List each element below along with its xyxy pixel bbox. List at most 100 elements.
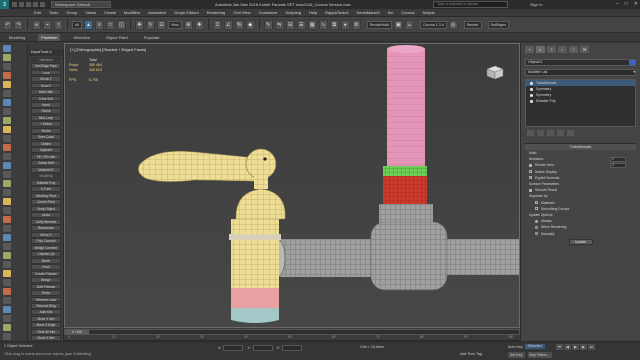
perspective-viewport[interactable]: [+] [Orthographic] [Shaded + Edged Faces… <box>64 43 520 328</box>
lightbulb-icon[interactable] <box>530 99 533 103</box>
graphite-tool-button[interactable]: Move 3 Edge <box>31 322 61 329</box>
tool-icon[interactable] <box>3 279 11 286</box>
selection-filter-dropdown[interactable]: All <box>72 20 82 29</box>
configure-sets-icon[interactable] <box>567 130 574 136</box>
graphite-tool-button[interactable]: Outline <box>31 140 61 147</box>
graphite-tool-button[interactable]: Relax <box>31 290 61 296</box>
graphite-tool-button[interactable]: Split Polygon <box>31 283 61 290</box>
graphite-tool-button[interactable]: Working Pivot <box>31 192 61 199</box>
menu-scripting[interactable]: Scripting <box>285 10 301 15</box>
tool-icon[interactable] <box>3 333 11 340</box>
menu-denismanix[interactable]: DenisManix3 <box>357 10 380 15</box>
graphite-tool-button[interactable]: Unify Normals <box>31 218 61 225</box>
left-pipe[interactable] <box>268 238 377 278</box>
play-icon[interactable]: ▶ <box>572 344 579 350</box>
make-unique-icon[interactable] <box>547 130 554 136</box>
snap-toggle-button[interactable]: 3 <box>212 19 222 30</box>
move-button[interactable]: ✥ <box>135 19 144 30</box>
graphite-tool-button[interactable]: Loop <box>31 69 61 76</box>
materials-checkbox[interactable] <box>535 201 538 205</box>
graphite-tool-button[interactable]: Material ID <box>31 166 61 173</box>
redo-button[interactable]: ↷ <box>14 19 23 30</box>
graphite-tool-button[interactable]: Fill / Fill Hole <box>31 153 61 160</box>
graphite-tool-button[interactable]: Mirror X <box>31 231 61 238</box>
iterations-spinner[interactable]: 1 <box>610 156 626 162</box>
handle-body[interactable] <box>229 188 286 323</box>
mirror-button[interactable]: ⇋ <box>274 19 284 30</box>
menu-graph-editors[interactable]: Graph Editors <box>174 10 199 15</box>
unlink-icon[interactable]: ⌁ <box>43 19 52 30</box>
schematic-view-button[interactable]: ⧉ <box>329 19 339 30</box>
render-setup-button[interactable]: ⚙ <box>351 19 361 30</box>
hierarchy-tab-icon[interactable]: ≡ <box>547 46 556 53</box>
graphite-tool-button[interactable]: Center Pivot <box>31 199 61 206</box>
tool-icon[interactable] <box>3 126 11 133</box>
select-by-name-button[interactable]: ≡ <box>95 19 104 30</box>
graphite-tool-button[interactable]: Push <box>31 264 61 270</box>
graphite-tool-button[interactable]: Selection <box>31 56 61 63</box>
rectangle-selection-button[interactable]: □ <box>106 19 115 30</box>
red-ring[interactable] <box>383 176 427 204</box>
object-name-field[interactable]: Object01 <box>525 59 636 66</box>
menu-rappatools[interactable]: RappaTools3 <box>325 10 348 15</box>
angle-snap-button[interactable]: ∠ <box>223 19 233 30</box>
graphite-tool-button[interactable]: Randomize <box>31 225 61 232</box>
graphite-tool-button[interactable]: Auto Kits <box>31 309 61 316</box>
graphite-tool-button[interactable]: Lasso <box>31 212 61 219</box>
selected-dropdown[interactable]: Selected <box>524 344 545 349</box>
minimize-button[interactable]: – <box>616 0 619 9</box>
tool-icon[interactable] <box>3 189 11 196</box>
tool-icon[interactable] <box>3 270 11 277</box>
modify-tab-icon[interactable]: ◐ <box>536 46 545 53</box>
app-logo-icon[interactable]: 3 <box>0 0 9 9</box>
tool-icon[interactable] <box>3 45 11 52</box>
menu-customize[interactable]: Customize <box>258 10 277 15</box>
tool-icon[interactable] <box>3 108 11 115</box>
window-crossing-button[interactable]: ◫ <box>117 19 126 30</box>
render-hold-label[interactable]: RenderHold <box>366 20 392 29</box>
menu-modifiers[interactable]: Modifiers <box>124 10 140 15</box>
graphite-tool-button[interactable]: Bridge Connect <box>31 244 61 251</box>
tab-populate[interactable]: Populate <box>141 34 163 41</box>
explicit-normals-checkbox[interactable] <box>529 176 532 180</box>
create-tab-icon[interactable]: + <box>525 46 534 53</box>
always-radio[interactable] <box>535 219 538 223</box>
menu-create[interactable]: Create <box>104 10 116 15</box>
render-iters-checkbox[interactable] <box>529 164 532 167</box>
when-rendering-radio[interactable] <box>535 226 538 230</box>
set-edges-button[interactable]: SetEdges <box>487 20 510 29</box>
undo-icon[interactable] <box>33 2 38 7</box>
corona-version-label[interactable]: Corona 1.3.6 <box>419 20 447 29</box>
render-teapot-icon[interactable]: ☕ <box>404 19 414 30</box>
graphite-tool-button[interactable]: Bind Loop <box>31 114 61 121</box>
show-end-result-icon[interactable] <box>537 130 544 136</box>
pivot-center-button[interactable]: ⊕ <box>183 19 193 30</box>
time-slider-thumb[interactable]: 0 / 100 <box>65 330 89 334</box>
tool-icon[interactable] <box>3 153 11 160</box>
tool-icon[interactable] <box>3 234 11 241</box>
tool-icon[interactable] <box>3 252 11 259</box>
menu-scripts[interactable]: Scripts <box>423 10 435 15</box>
auto-key-button[interactable]: Auto Key <box>508 345 523 349</box>
smoothing-groups-checkbox[interactable] <box>535 207 538 211</box>
isoline-checkbox[interactable] <box>529 170 532 174</box>
tee-junction[interactable] <box>370 204 448 291</box>
graphite-tool-button[interactable]: X-Form <box>31 186 61 193</box>
menu-help[interactable]: Help <box>309 10 317 15</box>
menu-views[interactable]: Views <box>85 10 96 15</box>
tool-icon[interactable] <box>3 288 11 295</box>
render-iters-spinner[interactable]: 2 <box>610 163 626 168</box>
tool-icon[interactable] <box>3 99 11 106</box>
undo-button[interactable]: ↶ <box>3 19 12 30</box>
tool-icon[interactable] <box>3 171 11 178</box>
graphite-tool-button[interactable]: Poly Connect <box>31 238 61 245</box>
viewport-label[interactable]: [+] [Orthographic] [Shaded + Edged Faces… <box>70 47 146 52</box>
tool-icon[interactable] <box>3 72 11 79</box>
add-time-tag[interactable]: Add Time Tag <box>460 352 482 356</box>
graphite-tool-button[interactable]: Remove Ring <box>31 303 61 309</box>
graphite-tool-button[interactable]: Snap Object <box>31 205 61 212</box>
graphite-tool-button[interactable]: Move 3 Vert <box>31 315 61 322</box>
layer-explorer-button[interactable]: ☰ <box>296 19 306 30</box>
new-file-icon[interactable] <box>12 2 17 7</box>
lightbulb-icon[interactable] <box>530 93 533 97</box>
